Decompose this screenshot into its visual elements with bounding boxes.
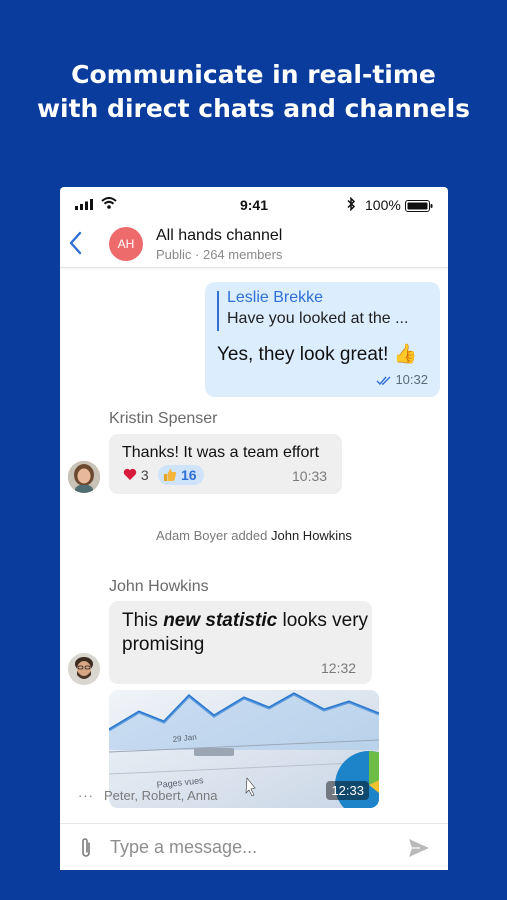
heart-reaction[interactable]: 3: [123, 467, 149, 483]
john-avatar-image: [68, 653, 100, 685]
send-icon[interactable]: [408, 838, 430, 858]
incoming-message-time: 12:32: [321, 660, 357, 676]
system-note: Adam Boyer added John Howkins: [60, 528, 448, 543]
quote-bar: [217, 291, 219, 331]
message-composer: [60, 823, 448, 870]
media-time: 12:33: [326, 781, 369, 800]
outgoing-message-time: 10:32: [395, 372, 428, 387]
headline-line-2: with direct chats and channels: [36, 94, 471, 123]
heart-icon: [123, 468, 137, 480]
thumbs-up-icon: [164, 469, 177, 481]
john-text-pre: This: [122, 610, 164, 631]
incoming-message-bubble[interactable]: This new statistic looks very promising …: [109, 601, 372, 684]
typing-dots: ···: [78, 788, 94, 803]
sender-name-kristin: Kristin Spenser: [109, 410, 218, 427]
paperclip-icon[interactable]: [79, 837, 93, 859]
incoming-message-time: 10:33: [292, 468, 328, 484]
system-note-action: added: [231, 528, 268, 543]
phone-screen: 9:41 100% AH All hands channel Public · …: [60, 187, 448, 870]
typing-names: Peter, Robert, Anna: [104, 788, 218, 803]
incoming-message-bubble[interactable]: Thanks! It was a team effort 10:33: [109, 434, 342, 494]
thumbs-reaction-count: 16: [181, 467, 197, 483]
john-text-post: looks very: [277, 610, 369, 631]
incoming-message-text: This new statistic looks very: [122, 610, 368, 632]
john-text-line2: promising: [122, 634, 205, 655]
heart-reaction-count: 3: [140, 467, 149, 483]
john-text-emphasis: new statistic: [163, 610, 278, 631]
promo-headline: Communicate in real-time with direct cha…: [0, 58, 507, 126]
chevron-left-icon[interactable]: [69, 231, 83, 255]
battery-percent: 100%: [365, 197, 401, 213]
typing-indicator: ··· Peter, Robert, Anna: [78, 788, 217, 803]
thumbs-reaction[interactable]: 16: [158, 465, 204, 485]
status-bar: 9:41 100%: [60, 187, 448, 221]
channel-subtitle: Public · 264 members: [156, 247, 283, 262]
system-note-actor: Adam Boyer: [156, 528, 228, 543]
battery-icon: [405, 200, 433, 212]
kristin-avatar-image: [68, 461, 100, 493]
outgoing-message-bubble[interactable]: Leslie Brekke Have you looked at the ...…: [205, 282, 440, 397]
system-note-target[interactable]: John Howkins: [271, 528, 352, 543]
double-check-icon: [376, 376, 391, 386]
channel-avatar[interactable]: AH: [109, 227, 143, 261]
message-list[interactable]: Leslie Brekke Have you looked at the ...…: [60, 267, 448, 823]
avatar[interactable]: [68, 653, 100, 685]
headline-line-1: Communicate in real-time: [71, 60, 436, 89]
incoming-message-text: Thanks! It was a team effort: [122, 444, 320, 461]
outgoing-message-meta: 10:32: [376, 372, 428, 387]
sender-name-john: John Howkins: [109, 578, 209, 595]
avatar[interactable]: [68, 461, 100, 493]
quote-author: Leslie Brekke: [227, 289, 324, 306]
chat-header: AH All hands channel Public · 264 member…: [60, 221, 448, 268]
quote-text: Have you looked at the ...: [227, 310, 409, 327]
message-input[interactable]: [110, 834, 390, 860]
bluetooth-icon: [347, 197, 356, 211]
outgoing-message-text: Yes, they look great! 👍: [217, 344, 418, 365]
channel-title[interactable]: All hands channel: [156, 227, 282, 245]
